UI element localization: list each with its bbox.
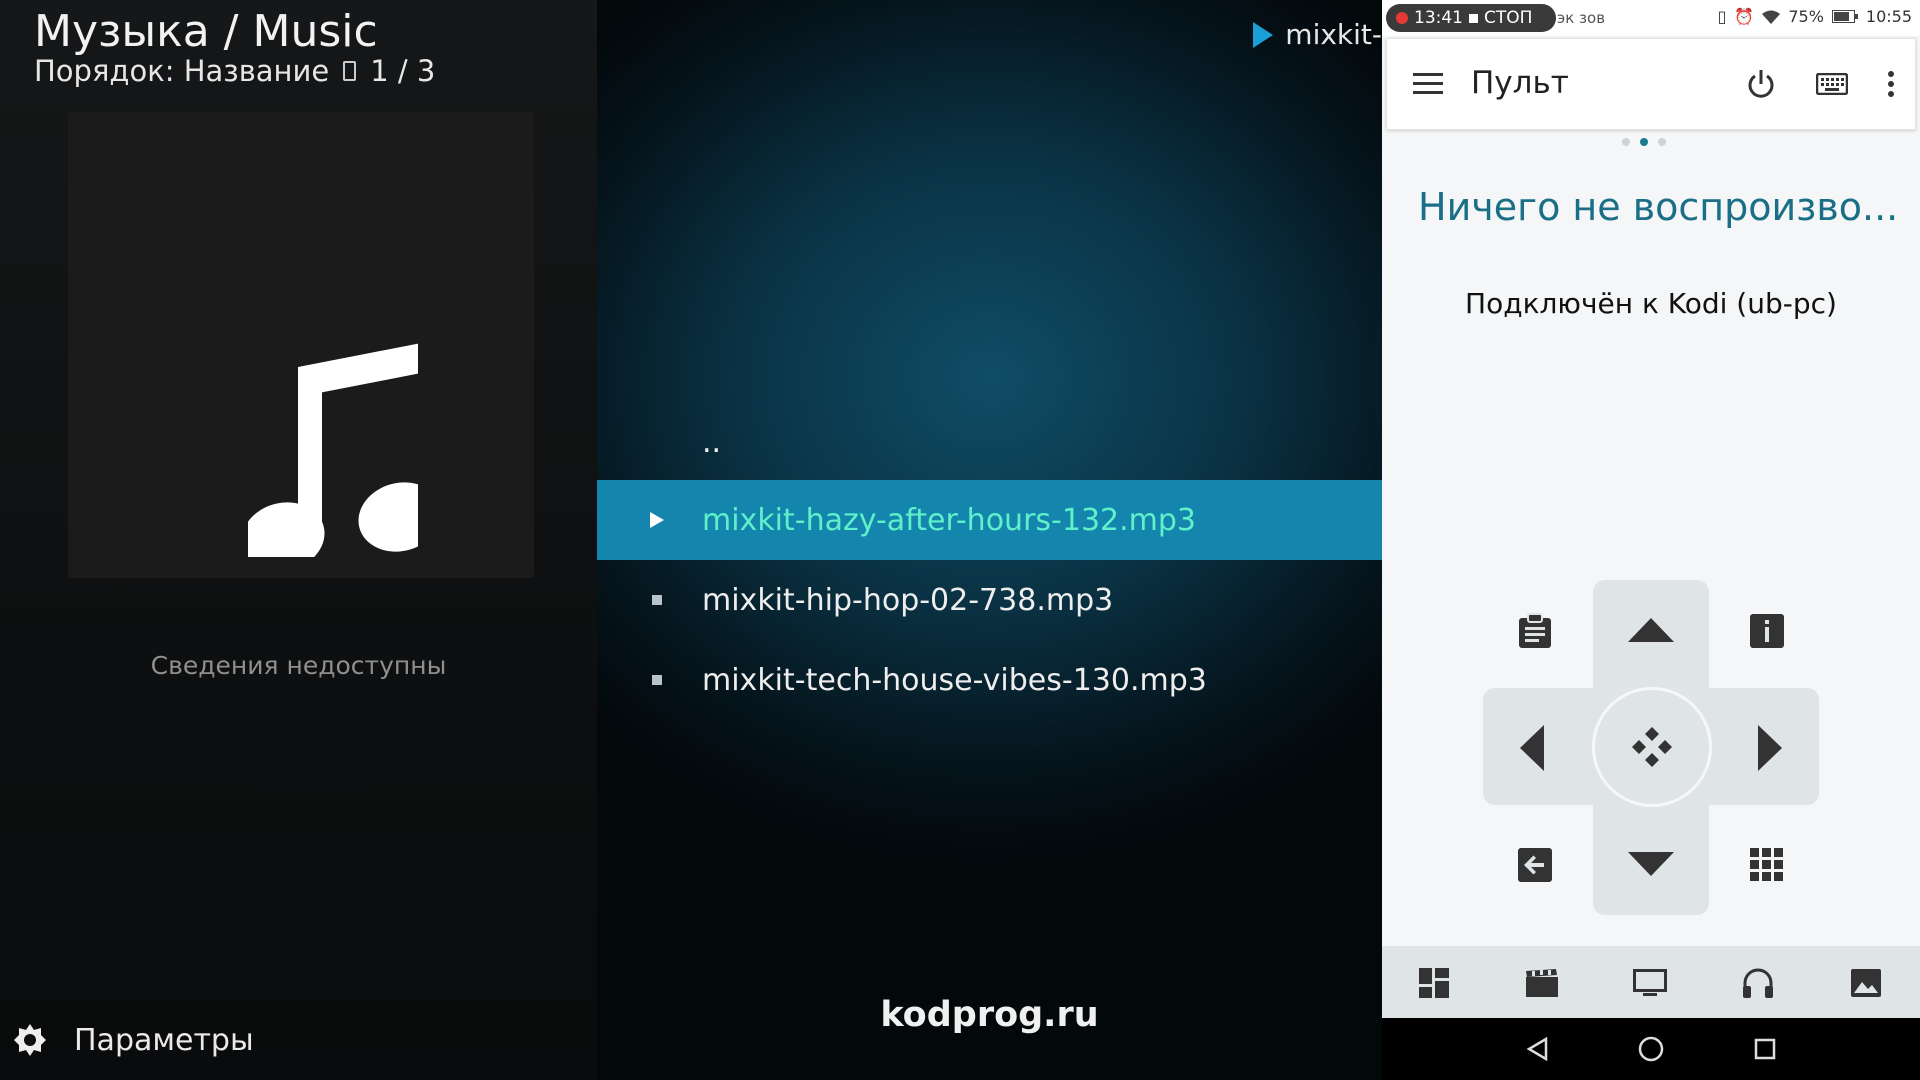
nav-recents-icon[interactable] bbox=[1748, 1032, 1782, 1066]
wifi-icon bbox=[1762, 10, 1781, 24]
file-list-pane: mixkit- .. mixkit-hazy-after-hours-132.m… bbox=[597, 0, 1382, 1080]
back-arrow-icon bbox=[1518, 848, 1552, 882]
list-item-label: mixkit-hazy-after-hours-132.mp3 bbox=[702, 502, 1197, 538]
hamburger-icon[interactable] bbox=[1411, 67, 1445, 101]
screen-recording-pill[interactable]: 13:41 СТОП bbox=[1386, 4, 1556, 32]
screen: Музыка / Music Порядок: Название 1 / 3 С… bbox=[0, 0, 1920, 1080]
arrow-down-icon bbox=[1628, 852, 1674, 876]
numpad-button[interactable] bbox=[1744, 842, 1790, 888]
context-menu-button[interactable] bbox=[1512, 608, 1558, 654]
breadcrumb: Музыка / Music bbox=[34, 6, 378, 57]
list-item-label: .. bbox=[702, 424, 722, 460]
status-notification-text: эк зов bbox=[1557, 9, 1606, 27]
stop-icon bbox=[1469, 13, 1478, 23]
now-playing-indicator[interactable]: mixkit- bbox=[1253, 18, 1382, 51]
music-icon[interactable] bbox=[1738, 964, 1778, 1002]
sort-box-icon bbox=[343, 61, 357, 81]
status-icons: ▯ ⏰ 75% 10:55 bbox=[1718, 7, 1912, 26]
keyboard-icon[interactable] bbox=[1812, 65, 1852, 103]
app-title: Пульт bbox=[1471, 65, 1569, 101]
back-button[interactable] bbox=[1512, 842, 1558, 888]
app-bar: Пульт bbox=[1386, 38, 1916, 130]
settings-label: Параметры bbox=[74, 1022, 254, 1058]
info-icon bbox=[1750, 614, 1784, 648]
album-thumbnail bbox=[68, 112, 534, 578]
nav-home-icon[interactable] bbox=[1634, 1032, 1668, 1066]
grid-icon bbox=[1750, 848, 1783, 881]
down-button[interactable] bbox=[1622, 842, 1680, 886]
list-item[interactable]: mixkit-hip-hop-02-738.mp3 bbox=[597, 560, 1382, 640]
remote-app: 13:41 СТОП эк зов ▯ ⏰ 75% 10:55 Пульт Ни… bbox=[1382, 0, 1920, 1080]
now-playing-title: mixkit- bbox=[1285, 18, 1382, 51]
page-dot bbox=[1622, 138, 1630, 146]
movies-icon[interactable] bbox=[1522, 964, 1562, 1002]
tv-icon[interactable] bbox=[1630, 964, 1670, 1002]
list-item[interactable]: mixkit-tech-house-vibes-130.mp3 bbox=[597, 640, 1382, 720]
arrow-left-icon bbox=[1520, 725, 1544, 771]
list-item-label: mixkit-tech-house-vibes-130.mp3 bbox=[702, 662, 1207, 698]
play-icon bbox=[650, 512, 664, 528]
list-item[interactable]: mixkit-hazy-after-hours-132.mp3 bbox=[597, 480, 1382, 560]
kodi-info-pane: Музыка / Music Порядок: Название 1 / 3 С… bbox=[0, 0, 597, 1080]
clock: 10:55 bbox=[1865, 7, 1912, 26]
battery-percent: 75% bbox=[1788, 7, 1824, 26]
gear-icon bbox=[14, 1024, 46, 1056]
list-item-label: mixkit-hip-hop-02-738.mp3 bbox=[702, 582, 1114, 618]
dashboard-icon[interactable] bbox=[1414, 964, 1454, 1002]
stop-label: СТОП bbox=[1484, 8, 1533, 28]
settings-button[interactable]: Параметры bbox=[12, 1022, 254, 1058]
sort-info[interactable]: Порядок: Название 1 / 3 bbox=[34, 54, 435, 88]
select-icon bbox=[1632, 727, 1672, 767]
right-button[interactable] bbox=[1748, 722, 1792, 774]
page-dot-active bbox=[1640, 138, 1648, 146]
list-item-parent[interactable]: .. bbox=[597, 402, 1382, 482]
arrow-up-icon bbox=[1628, 618, 1674, 642]
battery-icon bbox=[1831, 10, 1858, 23]
bullet-icon bbox=[652, 675, 662, 685]
music-note-icon bbox=[248, 343, 418, 557]
sort-label: Порядок: Название bbox=[34, 54, 330, 88]
up-button[interactable] bbox=[1622, 608, 1680, 652]
nav-back-icon[interactable] bbox=[1520, 1032, 1554, 1066]
item-count: 1 / 3 bbox=[370, 54, 436, 88]
vibrate-icon: ▯ bbox=[1717, 7, 1727, 26]
arrow-right-icon bbox=[1758, 725, 1782, 771]
bottom-navigation bbox=[1382, 946, 1920, 1018]
system-navigation-bar bbox=[1382, 1018, 1920, 1080]
page-indicator bbox=[1622, 138, 1666, 146]
play-icon bbox=[1253, 21, 1274, 48]
watermark: kodprog.ru bbox=[880, 995, 1099, 1035]
pictures-icon[interactable] bbox=[1846, 964, 1886, 1002]
alarm-icon: ⏰ bbox=[1734, 7, 1755, 26]
more-vert-icon[interactable] bbox=[1879, 65, 1903, 103]
info-button[interactable] bbox=[1744, 608, 1790, 654]
page-dot bbox=[1658, 138, 1666, 146]
no-info-label: Сведения недоступны bbox=[150, 651, 447, 680]
record-icon bbox=[1396, 12, 1408, 24]
select-button[interactable] bbox=[1592, 687, 1712, 807]
left-button[interactable] bbox=[1510, 722, 1554, 774]
clipboard-icon bbox=[1519, 613, 1551, 648]
power-icon[interactable] bbox=[1742, 65, 1780, 103]
status-bar: 13:41 СТОП эк зов ▯ ⏰ 75% 10:55 bbox=[1382, 0, 1920, 36]
recording-time: 13:41 bbox=[1414, 8, 1463, 28]
connection-status: Подключён к Kodi (ub-pc) bbox=[1465, 287, 1837, 320]
now-playing-status: Ничего не воспроизво... bbox=[1418, 185, 1899, 229]
bullet-icon bbox=[652, 595, 662, 605]
